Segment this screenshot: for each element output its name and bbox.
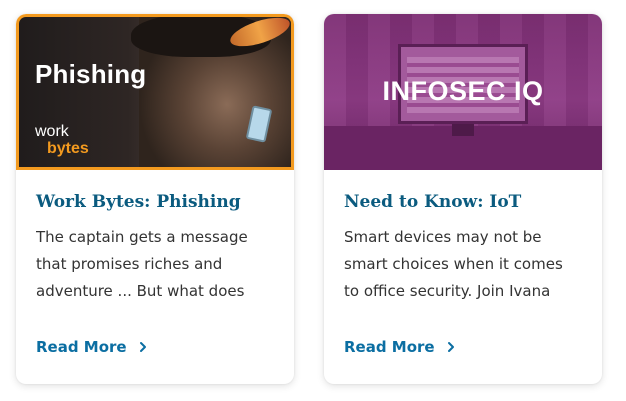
card-description: Smart devices may not be smart choices w…: [344, 228, 563, 300]
card-title[interactable]: Need to Know: IoT: [344, 190, 582, 214]
read-more-label: Read More: [344, 338, 435, 356]
thumbnail-accent-bar: [16, 167, 294, 170]
logo-word-bytes: bytes: [47, 140, 89, 157]
card-thumbnail[interactable]: INFOSEC IQ: [324, 14, 602, 170]
monitor-stand-shape: [452, 124, 474, 136]
card-description: The captain gets a message that promises…: [36, 228, 248, 300]
course-card-phishing[interactable]: Phishing work bytes Work Bytes: Phishing…: [16, 14, 294, 384]
chevron-right-icon: [447, 342, 454, 352]
read-more-link[interactable]: Read More: [344, 338, 457, 356]
thumbnail-title: Phishing: [35, 59, 147, 89]
chevron-right-icon: [139, 342, 146, 352]
work-bytes-logo: work bytes: [35, 123, 89, 157]
thumbnail-title: INFOSEC IQ: [382, 76, 544, 106]
course-card-iot[interactable]: INFOSEC IQ Need to Know: IoT Smart devic…: [324, 14, 602, 384]
logo-word-work: work: [35, 123, 69, 140]
read-more-link[interactable]: Read More: [36, 338, 149, 356]
card-title[interactable]: Work Bytes: Phishing: [36, 190, 274, 214]
read-more-label: Read More: [36, 338, 127, 356]
card-thumbnail[interactable]: Phishing work bytes: [16, 14, 294, 170]
